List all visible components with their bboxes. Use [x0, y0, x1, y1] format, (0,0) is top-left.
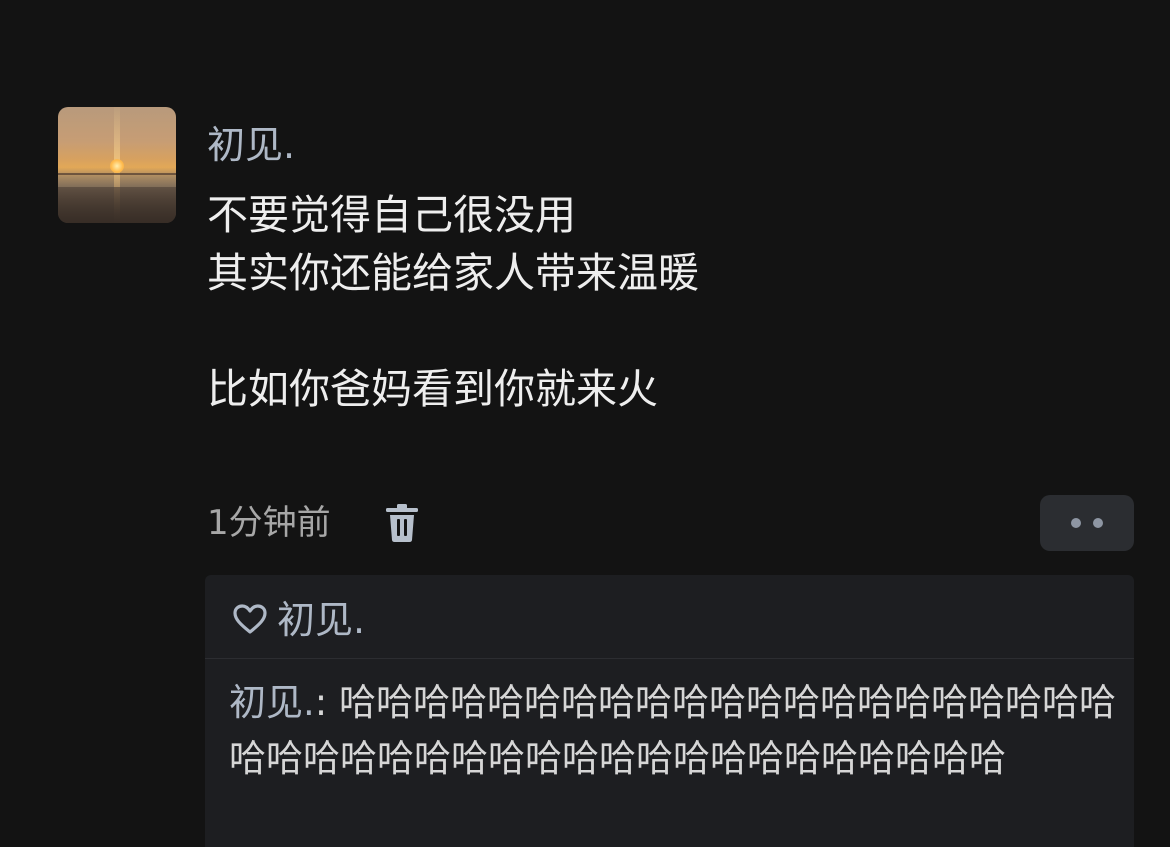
comment-item[interactable]: 初见.: 哈哈哈哈哈哈哈哈哈哈哈哈哈哈哈哈哈哈哈哈哈哈哈哈哈哈哈哈哈哈哈哈哈哈哈…	[229, 675, 1119, 787]
more-dots-icon	[1071, 518, 1081, 528]
post-content-line: 比如你爸妈看到你就来火	[207, 365, 658, 413]
more-dots-icon	[1093, 518, 1103, 528]
comment-text: 哈哈哈哈哈哈哈哈哈哈哈哈哈哈哈哈哈哈哈哈哈哈哈哈哈哈哈哈哈哈哈哈哈哈哈哈哈哈哈哈…	[229, 681, 1116, 780]
more-actions-button[interactable]	[1040, 495, 1134, 551]
heart-icon	[232, 603, 268, 635]
likes-row: 初见.	[205, 575, 1134, 659]
avatar-sun	[110, 159, 124, 173]
post-timestamp: 1分钟前	[207, 503, 331, 543]
avatar[interactable]	[58, 107, 176, 223]
post-content-line: 其实你还能给家人带来温暖	[207, 249, 699, 297]
trash-icon[interactable]	[384, 503, 420, 543]
post-content-line: 不要觉得自己很没用	[207, 191, 576, 239]
interaction-panel: 初见. 初见.: 哈哈哈哈哈哈哈哈哈哈哈哈哈哈哈哈哈哈哈哈哈哈哈哈哈哈哈哈哈哈哈…	[205, 575, 1134, 847]
post-author-name[interactable]: 初见.	[207, 120, 295, 170]
post-content: 不要觉得自己很没用 其实你还能给家人带来温暖 比如你爸妈看到你就来火	[207, 186, 699, 418]
moment-post: 初见. 不要觉得自己很没用 其实你还能给家人带来温暖 比如你爸妈看到你就来火 1…	[0, 0, 1170, 847]
comment-author[interactable]: 初见.	[229, 681, 315, 724]
avatar-beach	[58, 187, 176, 223]
avatar-horizon	[58, 173, 176, 175]
like-user-name[interactable]: 初见.	[277, 595, 365, 645]
post-content-blank-line	[207, 302, 699, 360]
comment-separator: :	[314, 681, 339, 724]
